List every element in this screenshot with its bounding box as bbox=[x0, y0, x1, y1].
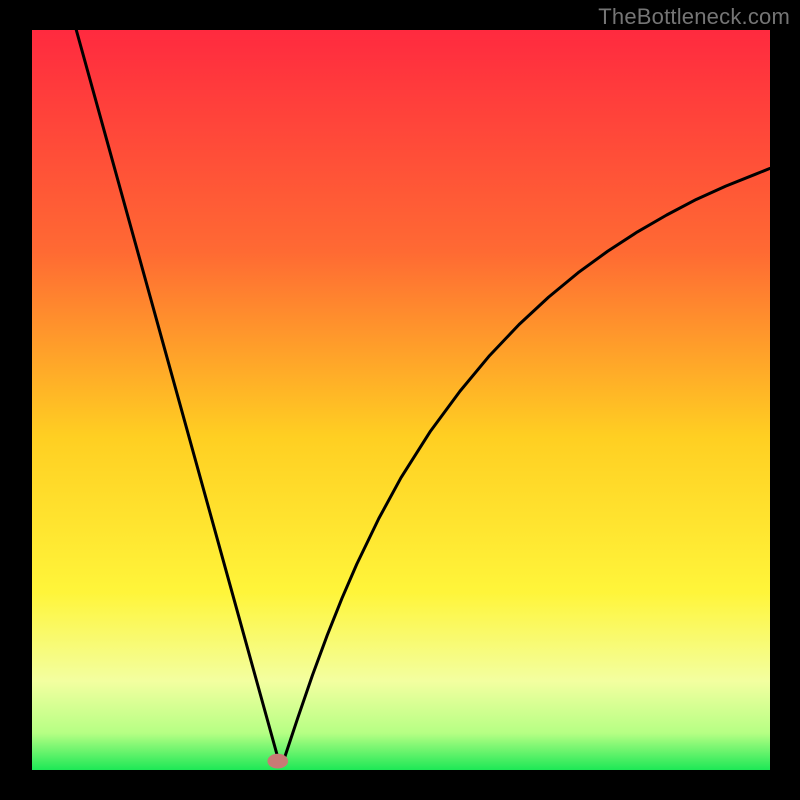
chart-frame: TheBottleneck.com bbox=[0, 0, 800, 800]
watermark-text: TheBottleneck.com bbox=[598, 4, 790, 30]
plot-background bbox=[32, 30, 770, 770]
optimal-point-marker bbox=[267, 754, 288, 769]
bottleneck-chart bbox=[0, 0, 800, 800]
